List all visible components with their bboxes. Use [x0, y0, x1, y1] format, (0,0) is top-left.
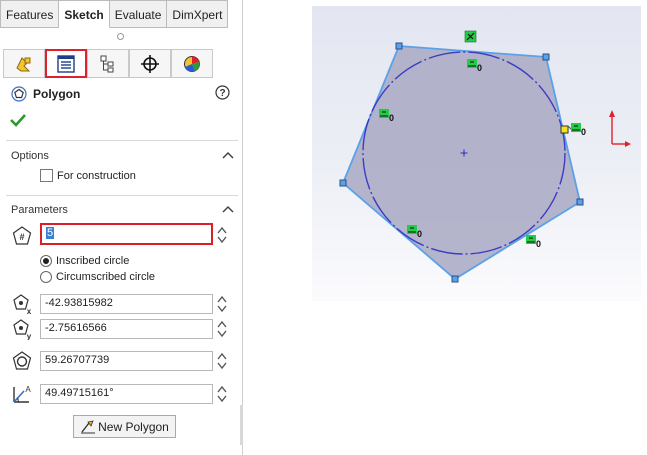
angle-input[interactable]: 49.49715161° — [40, 384, 213, 404]
options-group-header[interactable]: Options — [11, 150, 49, 162]
dimxpert-manager-tab[interactable] — [129, 49, 171, 78]
spinner-icon[interactable] — [216, 351, 228, 371]
tab-evaluate[interactable]: Evaluate — [109, 0, 168, 28]
center-y-value: -2.75616566 — [45, 322, 107, 334]
manager-icon-tabs — [3, 49, 213, 80]
polygon-sketch-icon — [81, 419, 96, 433]
center-x-icon: x — [13, 294, 32, 315]
help-icon: ? — [215, 85, 230, 100]
chevron-up-icon[interactable] — [222, 204, 234, 214]
selected-point[interactable] — [560, 125, 569, 134]
inscribed-circle-radio[interactable] — [40, 255, 52, 267]
property-manager-icon — [57, 54, 75, 73]
sketch-canvas[interactable]: 0 0 0 0 0 — [312, 6, 641, 301]
circle-diameter-icon — [12, 351, 32, 370]
configuration-manager-icon — [100, 55, 114, 72]
center-y-icon: y — [13, 319, 32, 340]
relation-marker[interactable]: 0 — [526, 235, 541, 249]
for-construction-checkbox[interactable] — [40, 169, 53, 182]
divider — [6, 195, 238, 196]
dimxpert-manager-icon — [141, 54, 159, 73]
relation-marker[interactable]: 0 — [571, 123, 586, 137]
inscribed-circle-label: Inscribed circle — [56, 255, 130, 267]
coincident-relation-icon[interactable] — [464, 30, 477, 43]
spinner-icon[interactable] — [216, 225, 228, 245]
tab-dimxpert[interactable]: DimXpert — [167, 0, 229, 28]
sides-input[interactable]: 5 — [40, 223, 213, 245]
sides-value: 5 — [46, 227, 55, 239]
panel-resize-grip[interactable] — [117, 33, 124, 40]
relation-label: 0 — [477, 63, 482, 73]
feature-manager-tab[interactable] — [3, 49, 45, 78]
for-construction-label: For construction — [57, 169, 136, 182]
vertex-handle[interactable] — [451, 275, 459, 283]
circumscribed-circle-label: Circumscribed circle — [56, 271, 156, 283]
property-manager-title: Polygon — [11, 86, 80, 102]
vertex-handle[interactable] — [576, 198, 584, 206]
inscribed-circle-radio-row[interactable]: Inscribed circle — [40, 255, 129, 267]
vertex-handle[interactable] — [395, 42, 403, 50]
angle-value: 49.49715161° — [45, 387, 114, 399]
center-x-input[interactable]: -42.93815982 — [40, 294, 213, 314]
circumscribed-circle-radio-row[interactable]: Circumscribed circle — [40, 271, 155, 283]
divider — [6, 140, 238, 141]
panel-scrollbar[interactable] — [240, 405, 243, 445]
sheet-metal-icon — [16, 56, 31, 71]
chevron-up-icon[interactable] — [222, 150, 234, 160]
polygon-shape[interactable] — [341, 45, 582, 281]
property-manager-panel: Features Sketch Evaluate DimXpert Polygo… — [0, 0, 243, 455]
relation-label: 0 — [536, 239, 541, 249]
ok-button[interactable] — [10, 113, 26, 130]
spinner-icon[interactable] — [216, 319, 228, 339]
new-polygon-label: New Polygon — [98, 419, 169, 434]
vertex-handle[interactable] — [339, 179, 347, 187]
circle-diameter-value: 59.26707739 — [45, 354, 110, 366]
svg-text:y: y — [27, 332, 32, 340]
ok-checkmark-icon — [10, 114, 26, 127]
page-title: Polygon — [33, 87, 81, 101]
relation-label: 0 — [581, 127, 586, 137]
spinner-icon[interactable] — [216, 384, 228, 404]
configuration-manager-tab[interactable] — [87, 49, 129, 78]
parameters-group-header[interactable]: Parameters — [11, 204, 68, 216]
help-button[interactable]: ? — [215, 85, 230, 103]
triad-axis-icon — [609, 110, 631, 147]
center-x-value: -42.93815982 — [45, 297, 113, 309]
tab-features[interactable]: Features — [0, 0, 60, 28]
vertex-handle[interactable] — [542, 53, 550, 61]
angle-icon: A — [13, 385, 31, 403]
polygon-icon — [11, 86, 27, 102]
svg-text:?: ? — [219, 88, 225, 99]
spinner-icon[interactable] — [216, 294, 228, 314]
relation-label: 0 — [389, 113, 394, 123]
property-manager-tab[interactable] — [45, 49, 87, 78]
svg-text:#: # — [19, 232, 24, 242]
svg-text:x: x — [27, 307, 32, 315]
for-construction-checkbox-row[interactable]: For construction — [40, 169, 136, 182]
circle-diameter-input[interactable]: 59.26707739 — [40, 351, 213, 371]
graphics-area[interactable]: 0 0 0 0 0 — [312, 6, 641, 301]
svg-text:A: A — [25, 385, 31, 394]
new-polygon-button[interactable]: New Polygon — [73, 415, 176, 438]
relation-label: 0 — [417, 229, 422, 239]
circumscribed-circle-radio[interactable] — [40, 271, 52, 283]
tab-sketch[interactable]: Sketch — [59, 0, 110, 28]
display-manager-icon — [184, 55, 200, 72]
center-y-input[interactable]: -2.75616566 — [40, 319, 213, 339]
command-manager-tabs: Features Sketch Evaluate DimXpert — [0, 0, 243, 29]
display-manager-tab[interactable] — [171, 49, 213, 78]
sides-icon: # — [12, 226, 32, 245]
